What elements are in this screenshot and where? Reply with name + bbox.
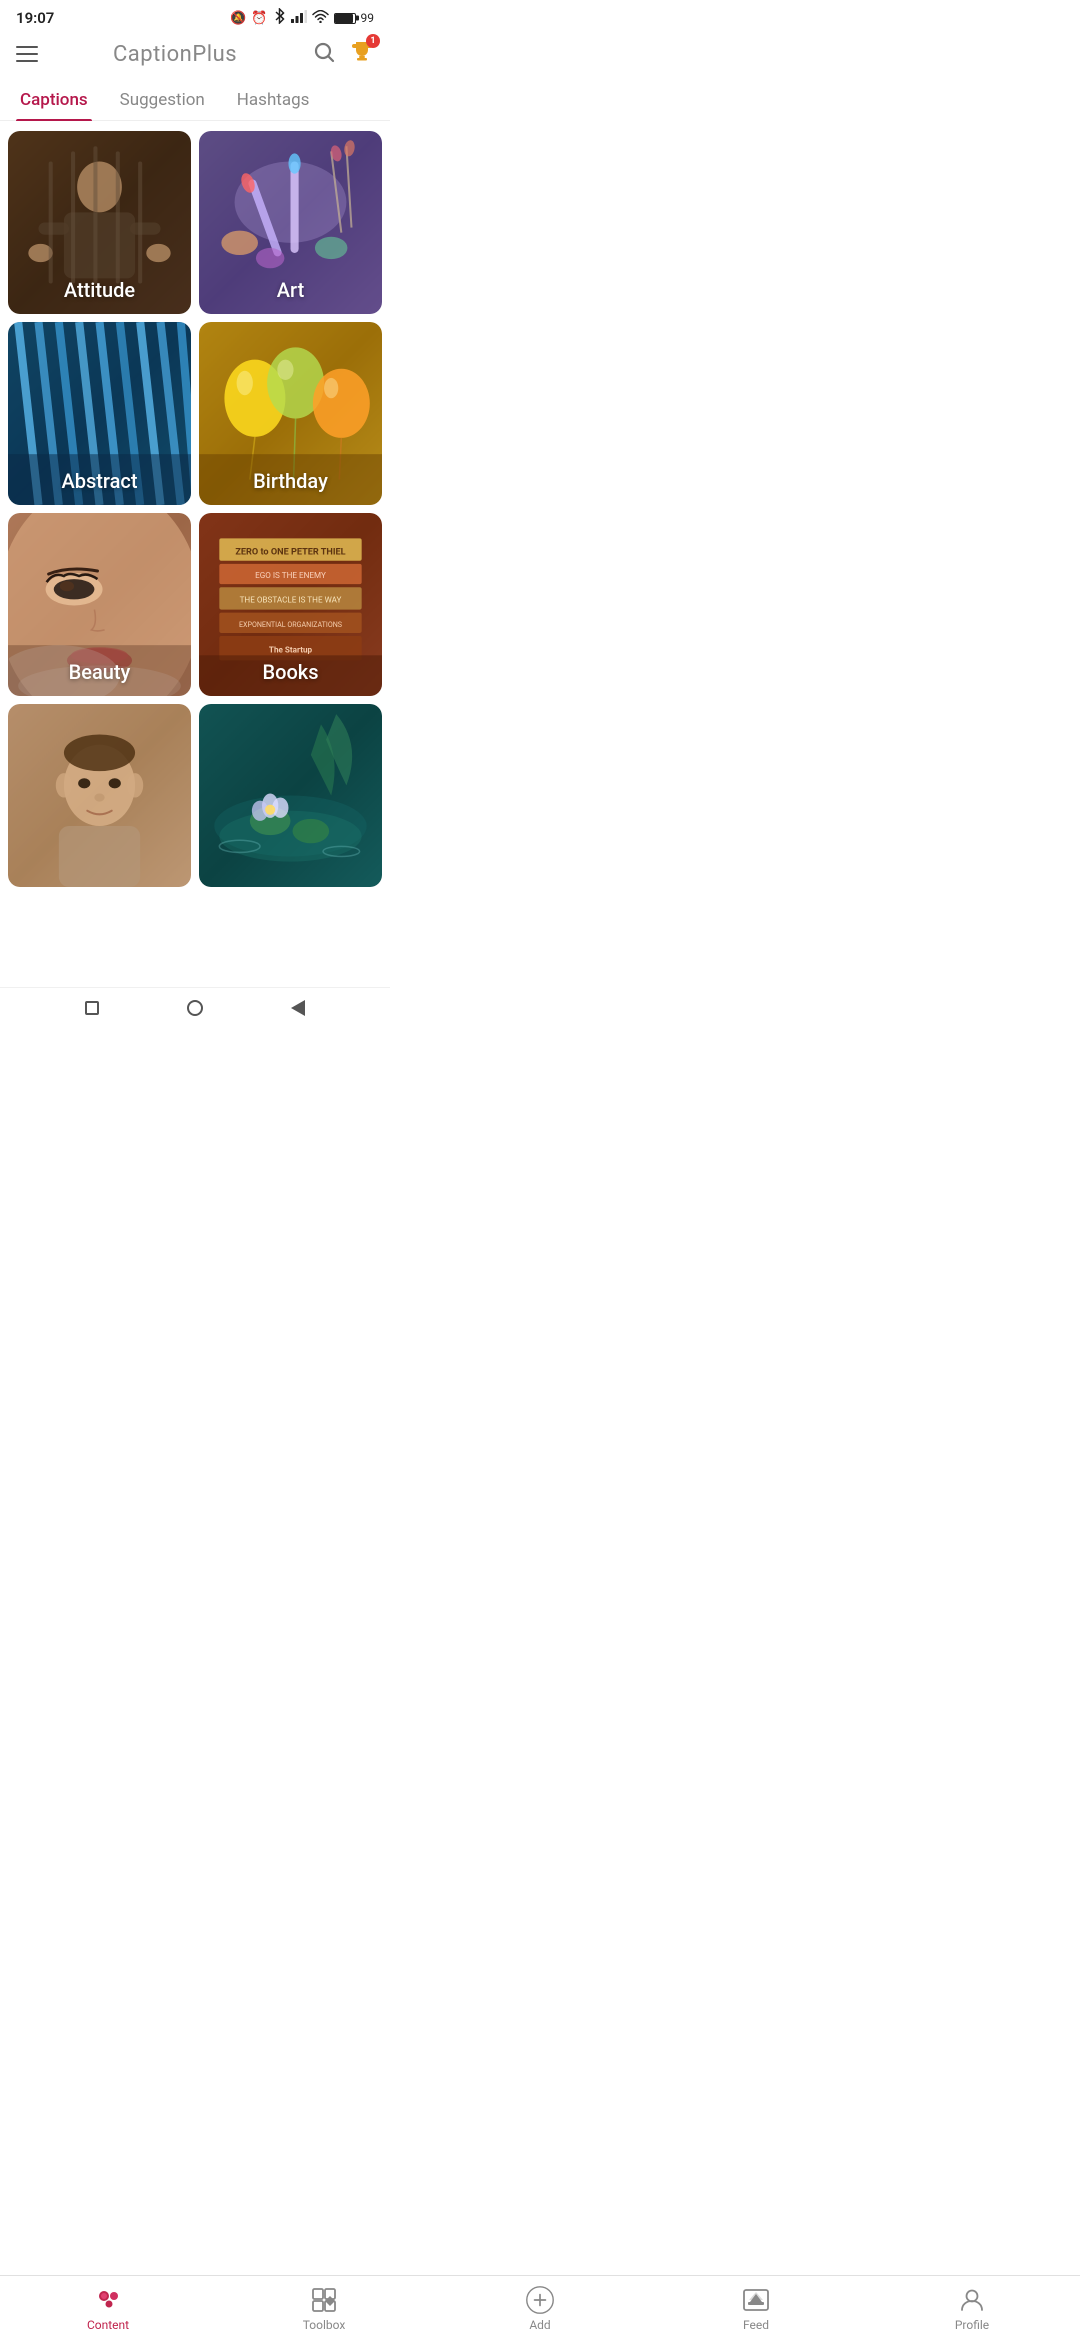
- grid-item-books[interactable]: ZERO to ONE PETER THIEL EGO IS THE ENEMY…: [199, 513, 382, 696]
- menu-button[interactable]: [16, 46, 38, 62]
- signal-icon: [291, 10, 307, 27]
- tab-captions[interactable]: Captions: [16, 80, 92, 120]
- birthday-label: Birthday: [199, 457, 382, 505]
- trophy-button[interactable]: 1: [350, 40, 374, 68]
- svg-text:EGO IS THE ENEMY: EGO IS THE ENEMY: [255, 570, 326, 580]
- app-title: CaptionPlus: [113, 42, 237, 67]
- bluetooth-icon: [273, 8, 286, 28]
- nature-visual: [199, 704, 382, 887]
- trophy-badge: 1: [366, 34, 380, 48]
- nav-content[interactable]: Content: [0, 2286, 216, 2332]
- svg-text:THE OBSTACLE IS THE WAY: THE OBSTACLE IS THE WAY: [240, 594, 342, 604]
- grid-item-birthday[interactable]: Birthday: [199, 322, 382, 505]
- battery-level: 99: [361, 11, 375, 25]
- add-icon: [526, 2286, 554, 2314]
- feed-label: Feed: [743, 2318, 769, 2332]
- bottom-nav: Content Toolbox Add: [0, 2275, 1080, 2340]
- nav-profile[interactable]: Profile: [864, 2286, 1080, 2332]
- nav-feed[interactable]: Feed: [648, 2286, 864, 2332]
- boy-visual: [8, 704, 191, 887]
- art-label: Art: [199, 266, 382, 314]
- wifi-icon: [312, 10, 329, 27]
- toolbox-icon: [310, 2286, 338, 2314]
- profile-label: Profile: [955, 2318, 989, 2332]
- content-icon: [94, 2286, 122, 2314]
- scroll-content: Attitude: [0, 121, 390, 987]
- android-nav-bar: [0, 987, 390, 1032]
- profile-icon: [958, 2286, 986, 2314]
- grid-item-abstract[interactable]: Abstract: [8, 322, 191, 505]
- category-grid: Attitude: [0, 121, 390, 897]
- tab-hashtags[interactable]: Hashtags: [233, 80, 314, 120]
- silent-icon: 🔕: [230, 11, 246, 26]
- svg-text:EXPONENTIAL ORGANIZATIONS: EXPONENTIAL ORGANIZATIONS: [239, 620, 342, 629]
- alarm-icon: ⏰: [251, 11, 267, 26]
- beauty-label: Beauty: [8, 648, 191, 696]
- search-button[interactable]: [312, 40, 336, 68]
- books-label: Books: [199, 648, 382, 696]
- grid-item-attitude[interactable]: Attitude: [8, 131, 191, 314]
- content-label: Content: [87, 2318, 129, 2332]
- nav-add[interactable]: Add: [432, 2286, 648, 2332]
- svg-text:ZERO to ONE PETER THIEL: ZERO to ONE PETER THIEL: [235, 548, 345, 558]
- tab-suggestion[interactable]: Suggestion: [116, 80, 209, 120]
- recent-apps-button[interactable]: [82, 998, 102, 1018]
- status-time: 19:07: [16, 9, 54, 27]
- nature-label: [199, 863, 382, 887]
- attitude-label: Attitude: [8, 266, 191, 314]
- battery-icon: [334, 13, 356, 24]
- abstract-label: Abstract: [8, 457, 191, 505]
- grid-item-art[interactable]: Art: [199, 131, 382, 314]
- tabs: Captions Suggestion Hashtags: [0, 80, 390, 121]
- boy-label: [8, 863, 191, 887]
- home-button[interactable]: [185, 998, 205, 1018]
- add-label: Add: [529, 2318, 550, 2332]
- back-button[interactable]: [288, 998, 308, 1018]
- status-bar: 19:07 🔕 ⏰: [0, 0, 390, 32]
- header: CaptionPlus 1: [0, 32, 390, 80]
- grid-item-nature[interactable]: [199, 704, 382, 887]
- feed-icon: [742, 2286, 770, 2314]
- toolbox-label: Toolbox: [303, 2318, 346, 2332]
- header-actions: 1: [312, 40, 374, 68]
- grid-item-boy[interactable]: [8, 704, 191, 887]
- status-icons: 🔕 ⏰: [230, 8, 374, 28]
- grid-item-beauty[interactable]: Beauty: [8, 513, 191, 696]
- nav-toolbox[interactable]: Toolbox: [216, 2286, 432, 2332]
